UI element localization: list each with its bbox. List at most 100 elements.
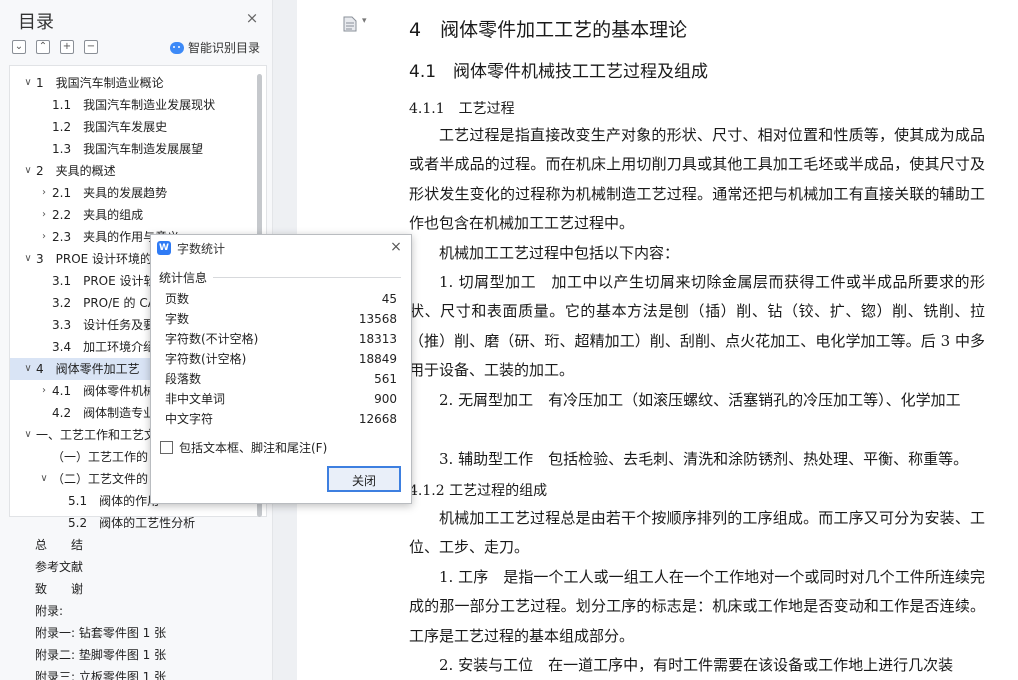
- toc-item[interactable]: 5.2 阀体的工艺性分析: [10, 512, 266, 534]
- stat-label: 字数: [165, 312, 190, 326]
- chevron-right-icon[interactable]: ›: [38, 182, 50, 204]
- smart-toc-label: 智能识别目录: [188, 41, 261, 55]
- paragraph: 工艺过程是指直接改变生产对象的形状、尺寸、相对位置和性质等，使其成为成品或者半成…: [409, 126, 985, 232]
- add-button[interactable]: +: [60, 40, 74, 54]
- stat-value: 18313: [358, 332, 397, 346]
- paragraph: 1. 切屑型加工 加工中以产生切屑来切除金属层而获得工件或半成品所要求的形状、尺…: [409, 273, 985, 379]
- chevron-down-icon[interactable]: ▾: [362, 16, 367, 26]
- stat-row: 中文字符 12668: [165, 409, 397, 429]
- stat-value: 12668: [358, 412, 397, 426]
- stat-label: 中文字符: [165, 412, 214, 426]
- toc-extra-list: 总 结参考文献致 谢附录: 附录一: 钻套零件图 1 张附录二: 垫脚零件图 1 …: [0, 534, 272, 680]
- chevron-down-icon[interactable]: ∨: [22, 424, 34, 446]
- toc-item[interactable]: 1.3 我国汽车制造发展展望: [10, 138, 266, 160]
- stat-row: 段落数 561: [165, 369, 397, 389]
- dialog-titlebar[interactable]: W 字数统计 ×: [151, 235, 411, 261]
- stat-value: 45: [381, 292, 397, 306]
- toc-item[interactable]: › 2.1 夹具的发展趋势: [10, 182, 266, 204]
- toc-item[interactable]: 附录一: 钻套零件图 1 张: [0, 622, 272, 644]
- chevron-right-icon[interactable]: ›: [38, 226, 50, 248]
- toc-item-label: 4 阀体零件加工艺: [36, 362, 140, 376]
- stat-row: 页数 45: [165, 289, 397, 309]
- toc-item-label: 4.2 阀体制造专业: [52, 406, 156, 420]
- chevron-down-icon[interactable]: ∨: [38, 468, 50, 490]
- paragraph: 1. 工序 是指一个工人或一组工人在一个工作地对一个或同时对几个工件所连续完成的…: [409, 568, 985, 645]
- sidebar-toolbar: ⌄ ⌃ + −: [12, 40, 98, 54]
- heading-subsection-1: 4.1.1 工艺过程: [409, 101, 515, 117]
- toc-item-label: 附录三: 立板零件图 1 张: [35, 670, 167, 680]
- toc-item-label: 一、工艺工作和工艺文: [36, 428, 157, 442]
- stat-row: 字数 13568: [165, 309, 397, 329]
- toc-item-label: 3.3 设计任务及要: [52, 318, 156, 332]
- toc-item[interactable]: 致 谢: [0, 578, 272, 600]
- chevron-down-icon[interactable]: ∨: [22, 248, 34, 270]
- toc-item[interactable]: 附录:: [0, 600, 272, 622]
- dialog-title: 字数统计: [177, 242, 226, 256]
- stat-value: 18849: [358, 352, 397, 366]
- toc-item-label: 3.2 PRO/E 的 CA: [52, 296, 156, 310]
- toc-item[interactable]: ∨ 2 夹具的概述: [10, 160, 266, 182]
- paragraph: 3. 辅助型工作 包括检验、去毛刺、清洗和涂防锈剂、热处理、平衡、称重等。: [439, 450, 969, 468]
- toc-item-label: 5.2 阀体的工艺性分析: [68, 516, 196, 530]
- toc-item[interactable]: ∨ 1 我国汽车制造业概论: [10, 72, 266, 94]
- stat-value: 900: [374, 392, 397, 406]
- stat-row: 非中文单词 900: [165, 389, 397, 409]
- toc-item[interactable]: 总 结: [0, 534, 272, 556]
- stats-list: 页数 45 字数 13568 字符数(不计空格) 18313 字符数(计空格) 18849 段落…: [165, 289, 397, 429]
- chevron-down-icon[interactable]: ∨: [22, 72, 34, 94]
- heading-chapter: 4 阀体零件加工工艺的基本理论: [409, 19, 688, 41]
- toc-item-label: 总 结: [35, 538, 84, 552]
- expand-all-button[interactable]: ⌃: [36, 40, 50, 54]
- include-textbox-checkbox[interactable]: 包括文本框、脚注和尾注(F): [160, 439, 327, 456]
- close-icon[interactable]: ×: [244, 9, 260, 27]
- smart-toc-button[interactable]: 智能识别目录: [170, 39, 260, 56]
- wps-app-icon: W: [157, 241, 171, 255]
- toc-item-label: （二）工艺文件的: [52, 472, 149, 486]
- stats-section-label: 统计信息: [159, 271, 208, 285]
- heading-section: 4.1 阀体零件机械技工工艺过程及组成: [409, 62, 709, 82]
- stat-row: 字符数(计空格) 18849: [165, 349, 397, 369]
- checkbox-icon[interactable]: [160, 441, 173, 454]
- chevron-right-icon[interactable]: ›: [38, 380, 50, 402]
- document-icon[interactable]: [343, 16, 357, 32]
- toc-item-label: 参考文献: [35, 560, 84, 574]
- sidebar-title: 目录: [18, 12, 54, 33]
- stat-label: 段落数: [165, 372, 202, 386]
- stat-row: 字符数(不计空格) 18313: [165, 329, 397, 349]
- toc-item-label: 1 我国汽车制造业概论: [36, 76, 164, 90]
- toc-item-label: 附录二: 垫脚零件图 1 张: [35, 648, 167, 662]
- stat-label: 字符数(计空格): [165, 352, 247, 366]
- toc-item[interactable]: 附录三: 立板零件图 1 张: [0, 666, 272, 680]
- paragraph: 机械加工工艺过程总是由若干个按顺序排列的工序组成。而工序又可分为安装、工位、工步…: [409, 509, 985, 557]
- toc-item-label: 3 PROE 设计环境的: [36, 252, 153, 266]
- paragraph: 2. 无屑型加工 有冷压加工（如滚压螺纹、活塞销孔的冷压加工等）、化学加工: [439, 391, 961, 409]
- chevron-down-icon[interactable]: ∨: [22, 358, 34, 380]
- divider: [213, 277, 401, 278]
- toc-item[interactable]: 1.2 我国汽车发展史: [10, 116, 266, 138]
- include-textbox-label: 包括文本框、脚注和尾注(F): [179, 441, 328, 455]
- toc-item-label: 2.2 夹具的组成: [52, 208, 144, 222]
- toc-item-label: 3.4 加工环境介绍: [52, 340, 156, 354]
- heading-subsection-2: 4.1.2 工艺过程的组成: [409, 483, 548, 499]
- chevron-down-icon[interactable]: ∨: [22, 160, 34, 182]
- stat-label: 字符数(不计空格): [165, 332, 259, 346]
- collapse-all-button[interactable]: ⌄: [12, 40, 26, 54]
- toc-item-label: 1.3 我国汽车制造发展展望: [52, 142, 204, 156]
- toc-item-label: 致 谢: [35, 582, 84, 596]
- paragraph: 2. 安装与工位 在一道工序中，有时工件需要在该设备或工作地上进行几次装: [439, 656, 954, 674]
- toc-item[interactable]: 参考文献: [0, 556, 272, 578]
- smart-toc-icon: [170, 41, 184, 54]
- close-icon[interactable]: ×: [389, 239, 403, 255]
- remove-button[interactable]: −: [84, 40, 98, 54]
- stat-label: 页数: [165, 292, 190, 306]
- toc-item-label: 5.1 阀体的作用: [68, 494, 160, 508]
- toc-item[interactable]: 附录二: 垫脚零件图 1 张: [0, 644, 272, 666]
- toc-item[interactable]: › 2.2 夹具的组成: [10, 204, 266, 226]
- stat-label: 非中文单词: [165, 392, 226, 406]
- toc-item[interactable]: 1.1 我国汽车制造业发展现状: [10, 94, 266, 116]
- word-count-dialog: W 字数统计 × 统计信息 页数 45 字数 13568 字符数(不计空格) 18313 字…: [150, 234, 412, 504]
- close-button[interactable]: 关闭: [327, 466, 401, 492]
- stat-value: 561: [374, 372, 397, 386]
- toc-item-label: 3.1 PROE 设计软: [52, 274, 156, 288]
- chevron-right-icon[interactable]: ›: [38, 204, 50, 226]
